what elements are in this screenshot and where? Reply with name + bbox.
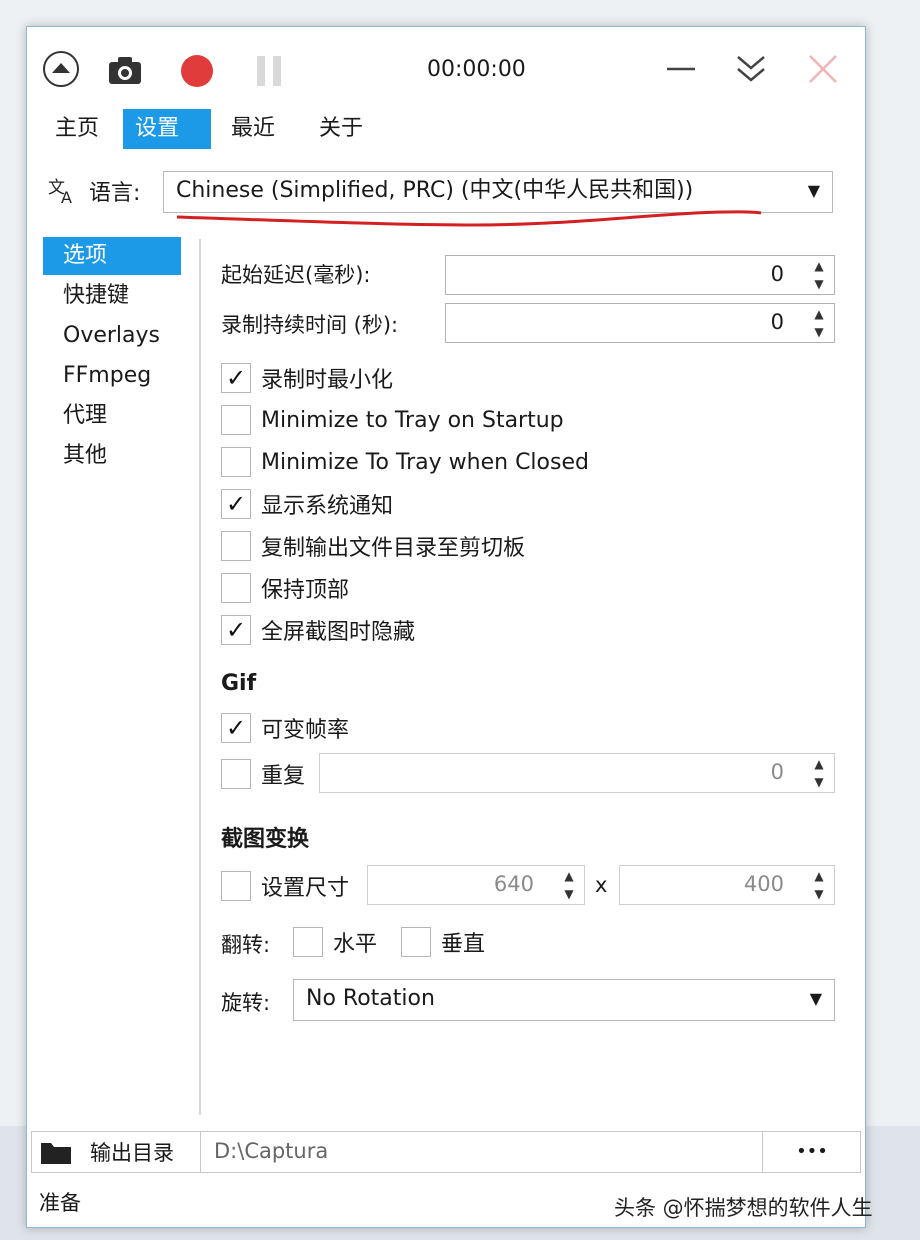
checkbox-stay-on-top[interactable]: 保持顶部	[221, 571, 349, 605]
sidebar-item-ffmpeg[interactable]: FFmpeg	[43, 357, 181, 395]
rotate-label: 旋转:	[221, 991, 271, 1015]
checkbox-minimize-tray-startup[interactable]: Minimize to Tray on Startup	[221, 403, 564, 437]
recording-timer: 00:00:00	[427, 57, 526, 82]
checkbox[interactable]	[221, 447, 251, 477]
checkbox[interactable]	[221, 405, 251, 435]
output-folder-button[interactable]: 输出目录	[32, 1132, 201, 1172]
stepper-down-icon[interactable]: ▼	[562, 888, 576, 900]
folder-icon	[41, 1143, 71, 1164]
stepper-up-icon[interactable]: ▲	[812, 758, 826, 770]
tab-settings[interactable]: 设置	[123, 109, 211, 149]
start-delay-label: 起始延迟(毫秒):	[221, 263, 371, 287]
pause-button[interactable]	[249, 51, 289, 91]
svg-text:A: A	[61, 188, 72, 205]
checkbox[interactable]: ✓	[221, 713, 251, 743]
checkbox[interactable]	[221, 759, 251, 789]
checkbox-minimize-tray-closed[interactable]: Minimize To Tray when Closed	[221, 445, 589, 479]
close-icon	[809, 55, 837, 83]
height-stepper[interactable]: 400 ▲ ▼	[619, 865, 835, 905]
language-value: Chinese (Simplified, PRC) (中文(中华人民共和国))	[176, 178, 694, 203]
double-chevron-down-icon	[737, 56, 765, 82]
stepper-down-icon[interactable]: ▼	[812, 888, 826, 900]
expand-down-button[interactable]	[733, 49, 769, 89]
translate-icon: 文 A	[48, 178, 72, 205]
checkbox-show-notifications[interactable]: ✓ 显示系统通知	[221, 487, 393, 521]
checkbox[interactable]: ✓	[221, 363, 251, 393]
chevron-down-icon: ▼	[809, 989, 822, 1008]
checkbox-flip-horizontal[interactable]: 水平	[293, 925, 377, 959]
more-icon: •••	[796, 1141, 828, 1162]
repeat-stepper[interactable]: 0 ▲ ▼	[319, 753, 835, 793]
duration-label: 录制持续时间 (秒):	[221, 313, 399, 337]
checkbox-minimize-on-record[interactable]: ✓ 录制时最小化	[221, 361, 393, 395]
record-icon	[181, 55, 213, 87]
rotation-value: No Rotation	[306, 986, 435, 1011]
stepper-up-icon[interactable]: ▲	[812, 870, 826, 882]
checkbox-flip-vertical[interactable]: 垂直	[401, 925, 485, 959]
checkbox[interactable]	[293, 927, 323, 957]
sidebar-divider	[199, 239, 201, 1115]
checkbox[interactable]	[221, 531, 251, 561]
stepper-down-icon[interactable]: ▼	[812, 278, 826, 290]
sidebar-item-options[interactable]: 选项	[43, 237, 181, 275]
checkbox[interactable]: ✓	[221, 489, 251, 519]
more-button[interactable]: •••	[762, 1132, 861, 1172]
sidebar-item-hotkeys[interactable]: 快捷键	[43, 277, 181, 315]
sidebar-item-proxy[interactable]: 代理	[43, 397, 181, 435]
stepper-up-icon[interactable]: ▲	[562, 870, 576, 882]
gif-section-title: Gif	[221, 671, 257, 696]
tab-home[interactable]: 主页	[43, 109, 111, 149]
stepper-up-icon[interactable]: ▲	[812, 308, 826, 320]
collapse-button[interactable]	[41, 49, 81, 89]
chevron-up-circle-icon	[43, 51, 79, 87]
record-button[interactable]	[177, 51, 217, 91]
screenshot-button[interactable]	[105, 51, 145, 91]
checkbox-hide-fullscreen[interactable]: ✓ 全屏截图时隐藏	[221, 613, 415, 647]
tab-about[interactable]: 关于	[307, 109, 375, 149]
checkbox-set-size[interactable]: 设置尺寸	[221, 869, 349, 903]
camera-icon	[109, 57, 141, 84]
checkbox[interactable]	[221, 871, 251, 901]
checkbox[interactable]	[221, 573, 251, 603]
stepper-down-icon[interactable]: ▼	[812, 326, 826, 338]
chevron-down-icon: ▼	[807, 181, 820, 200]
close-button[interactable]	[805, 51, 841, 87]
red-underline-annotation	[176, 210, 762, 227]
tab-recent[interactable]: 最近	[219, 109, 287, 149]
duration-value: 0	[770, 310, 784, 334]
stepper-up-icon[interactable]: ▲	[812, 260, 826, 272]
sidebar-item-other[interactable]: 其他	[43, 437, 181, 475]
start-delay-value: 0	[770, 262, 784, 286]
checkbox[interactable]: ✓	[221, 615, 251, 645]
flip-label: 翻转:	[221, 933, 271, 957]
minimize-icon	[667, 67, 695, 71]
duration-stepper[interactable]: 0 ▲ ▼	[445, 303, 835, 343]
size-separator: x	[595, 873, 608, 897]
width-stepper[interactable]: 640 ▲ ▼	[367, 865, 585, 905]
checkbox-repeat[interactable]: 重复	[221, 757, 305, 791]
checkbox-copy-output-path[interactable]: 复制输出文件目录至剪切板	[221, 529, 525, 563]
transform-section-title: 截图变换	[221, 827, 310, 852]
width-value: 640	[493, 872, 534, 896]
repeat-value: 0	[770, 760, 784, 784]
minimize-button[interactable]	[663, 51, 699, 87]
rotation-select[interactable]: No Rotation ▼	[293, 979, 835, 1021]
output-label: 输出目录	[90, 1141, 174, 1165]
height-value: 400	[743, 872, 784, 896]
captura-window: 00:00:00 主页 设置 最近 关于 文 A 语言: Chinese (Si…	[26, 26, 866, 1228]
watermark-text: 头条 @怀揣梦想的软件人生	[614, 1196, 873, 1220]
checkbox-variable-framerate[interactable]: ✓ 可变帧率	[221, 711, 349, 745]
sidebar-item-overlays[interactable]: Overlays	[43, 317, 181, 355]
pause-icon	[257, 56, 281, 86]
stepper-down-icon[interactable]: ▼	[812, 776, 826, 788]
output-bar: 输出目录 D:\Captura •••	[31, 1131, 861, 1173]
start-delay-stepper[interactable]: 0 ▲ ▼	[445, 255, 835, 295]
status-text: 准备	[39, 1191, 81, 1215]
output-path[interactable]: D:\Captura	[214, 1139, 328, 1163]
checkbox[interactable]	[401, 927, 431, 957]
language-label: 语言:	[89, 181, 141, 206]
